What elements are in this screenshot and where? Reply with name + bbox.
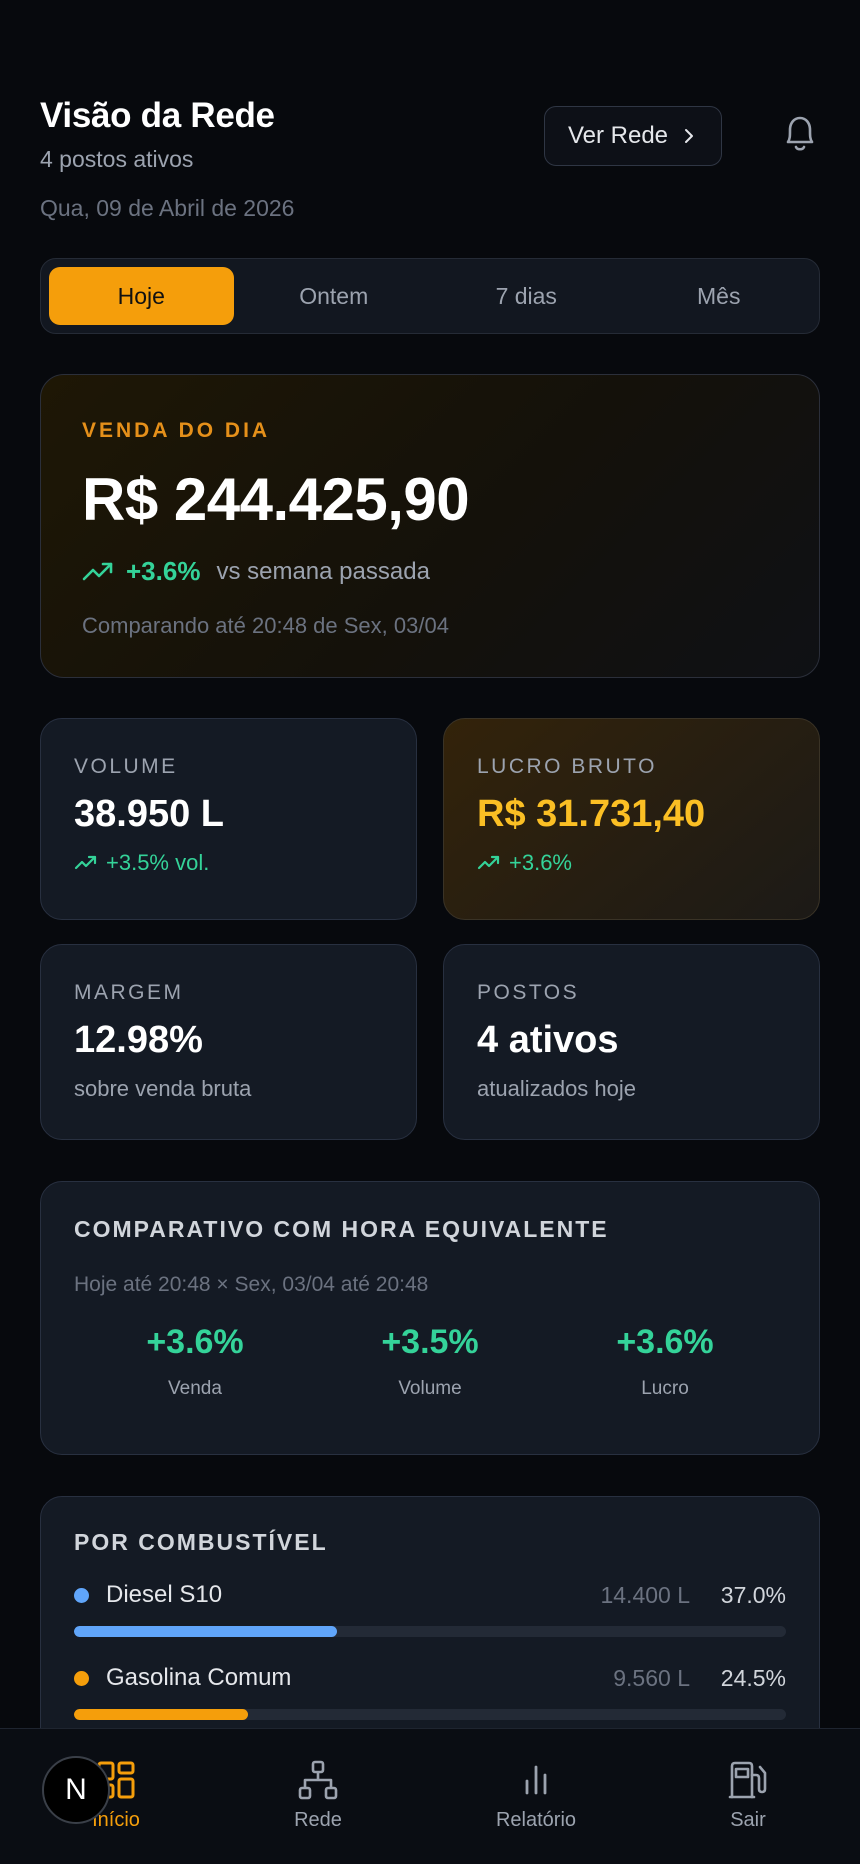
trending-up-icon xyxy=(82,562,113,580)
comparativo-item-venda: +3.6% Venda xyxy=(80,1323,310,1400)
period-tabs: Hoje Ontem 7 dias Mês xyxy=(40,258,820,334)
hero-compare-text: Comparando até 20:48 de Sex, 03/04 xyxy=(82,613,449,638)
lucro-bruto-card[interactable]: LUCRO BRUTO R$ 31.731,40 +3.6% xyxy=(443,718,820,920)
volume-value: 38.950 L xyxy=(74,793,224,835)
fuel-color-dot xyxy=(74,1587,89,1603)
margem-label: MARGEM xyxy=(74,981,184,1004)
comparativo-subtitle: Hoje até 20:48 × Sex, 03/04 até 20:48 xyxy=(74,1273,429,1296)
bottom-nav: Início Rede Relatório Sair xyxy=(0,1728,860,1864)
fuel-row-head: Diesel S10 14.400 L 37.0% xyxy=(74,1578,786,1612)
trending-up-icon xyxy=(74,855,97,870)
comparativo-item-volume: +3.5% Volume xyxy=(315,1323,545,1400)
fuel-name: Gasolina Comum xyxy=(106,1664,292,1691)
comparativo-card: COMPARATIVO COM HORA EQUIVALENTE Hoje at… xyxy=(40,1181,820,1455)
lucro-trend: +3.6% xyxy=(477,850,786,876)
trending-up-icon xyxy=(477,855,500,870)
current-date: Qua, 09 de Abril de 2026 xyxy=(40,195,295,221)
fuel-name: Diesel S10 xyxy=(106,1581,223,1608)
fuel-percent: 24.5% xyxy=(720,1664,786,1691)
postos-label: POSTOS xyxy=(477,981,580,1004)
comparativo-label: Lucro xyxy=(641,1378,689,1399)
nav-label: Relatório xyxy=(495,1809,577,1831)
margem-sub: sobre venda bruta xyxy=(74,1076,252,1101)
margem-card[interactable]: MARGEM 12.98% sobre venda bruta xyxy=(40,944,417,1140)
comparativo-title: COMPARATIVO COM HORA EQUIVALENTE xyxy=(74,1216,609,1242)
nav-item-relatorio[interactable]: Relatório xyxy=(456,1759,616,1832)
nav-label: Sair xyxy=(730,1809,766,1831)
volume-label: VOLUME xyxy=(74,755,178,778)
header: Visão da Rede 4 postos ativos Qua, 09 de… xyxy=(40,96,820,236)
comparativo-value: +3.5% xyxy=(381,1323,479,1361)
fuel-title: POR COMBUSTÍVEL xyxy=(74,1529,328,1555)
postos-sub: atualizados hoje xyxy=(477,1076,637,1101)
comparativo-label: Volume xyxy=(398,1378,462,1399)
fuel-pump-icon xyxy=(728,1761,767,1799)
nav-label: Rede xyxy=(294,1809,342,1831)
lucro-label: LUCRO BRUTO xyxy=(477,755,657,778)
comparativo-value: +3.6% xyxy=(616,1323,714,1361)
app-screen: Visão da Rede 4 postos ativos Qua, 09 de… xyxy=(0,0,860,1864)
volume-trend-text: +3.5% vol. xyxy=(106,850,210,875)
fuel-bar-fill xyxy=(74,1626,338,1637)
n-avatar-badge[interactable]: N xyxy=(42,1756,110,1824)
lucro-value: R$ 31.731,40 xyxy=(477,793,706,835)
nav-item-rede[interactable]: Rede xyxy=(238,1759,398,1832)
hero-value: R$ 244.425,90 xyxy=(82,466,470,533)
comparativo-value: +3.6% xyxy=(146,1323,244,1361)
tab-hoje[interactable]: Hoje xyxy=(49,267,234,325)
bar-chart-icon xyxy=(525,1765,547,1795)
fuel-bar-track xyxy=(74,1626,786,1637)
ver-rede-label: Ver Rede xyxy=(567,122,669,149)
volume-card[interactable]: VOLUME 38.950 L +3.5% vol. xyxy=(40,718,417,920)
hero-trend-text: vs semana passada xyxy=(216,557,430,585)
comparativo-item-lucro: +3.6% Lucro xyxy=(550,1323,780,1400)
ver-rede-button[interactable]: Ver Rede xyxy=(544,106,722,166)
volume-trend: +3.5% vol. xyxy=(74,850,383,876)
bell-icon[interactable] xyxy=(780,112,820,156)
fuel-volume: 14.400 L xyxy=(600,1581,690,1608)
tab-7-dias[interactable]: 7 dias xyxy=(434,267,619,325)
comparativo-label: Venda xyxy=(168,1378,222,1399)
fuel-color-dot xyxy=(74,1670,89,1686)
tab-mes[interactable]: Mês xyxy=(627,267,812,325)
postos-value: 4 ativos xyxy=(477,1019,619,1061)
margem-value: 12.98% xyxy=(74,1019,203,1061)
nav-item-sair[interactable]: Sair xyxy=(668,1759,828,1832)
tab-ontem[interactable]: Ontem xyxy=(242,267,427,325)
hero-trend: +3.6% vs semana passada xyxy=(82,556,778,587)
comparativo-values: +3.6% Venda +3.5% Volume +3.6% Lucro xyxy=(74,1323,786,1400)
fuel-percent: 37.0% xyxy=(720,1581,786,1608)
fuel-row-gasolina-comum[interactable]: Gasolina Comum 9.560 L 24.5% xyxy=(74,1661,786,1720)
fuel-row-diesel-s10[interactable]: Diesel S10 14.400 L 37.0% xyxy=(74,1578,786,1637)
network-icon xyxy=(298,1760,338,1800)
fuel-volume: 9.560 L xyxy=(613,1664,690,1691)
fuel-bar-fill xyxy=(74,1709,249,1720)
lucro-trend-text: +3.6% xyxy=(509,850,572,875)
hero-label: VENDA DO DIA xyxy=(82,419,271,442)
hero-trend-pct: +3.6% xyxy=(126,556,201,586)
fuel-row-head: Gasolina Comum 9.560 L 24.5% xyxy=(74,1661,786,1695)
chevron-right-icon xyxy=(685,129,694,143)
fuel-bar-track xyxy=(74,1709,786,1720)
sales-hero-card: VENDA DO DIA R$ 244.425,90 +3.6% vs sema… xyxy=(40,374,820,678)
postos-card[interactable]: POSTOS 4 ativos atualizados hoje xyxy=(443,944,820,1140)
